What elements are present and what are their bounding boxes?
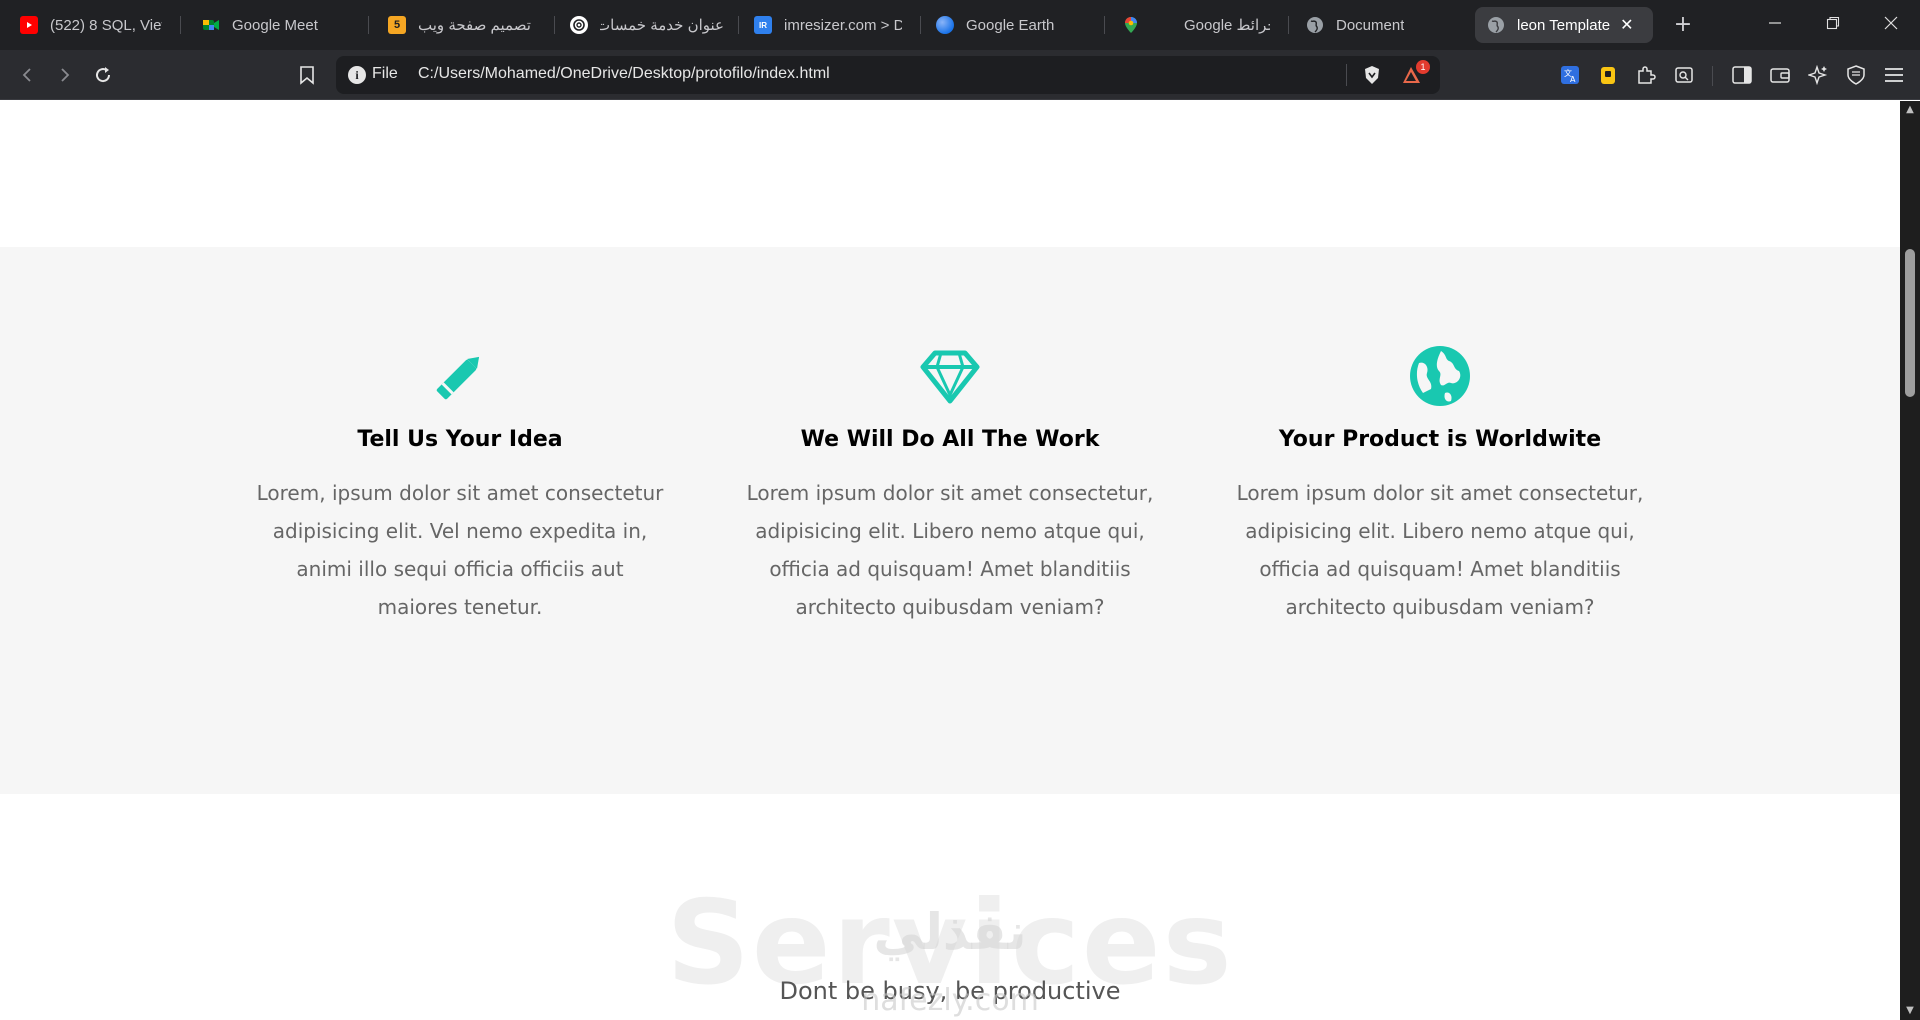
- feature-card-worldwide: Your Product is Worldwite Lorem ipsum do…: [1235, 343, 1645, 626]
- tab-title: Document: [1336, 16, 1405, 34]
- tab-separator: [1104, 16, 1105, 34]
- tab-title: Google خرائط: [1184, 17, 1270, 34]
- tab-khamsat-service[interactable]: عنوان خدمة خمسات: [558, 7, 736, 43]
- tab-youtube[interactable]: (522) 8 SQL, View,: [8, 7, 174, 43]
- tab-google-earth[interactable]: Google Earth: [924, 7, 1100, 43]
- tab-strip: (522) 8 SQL, View, Google Meet 5 تصميم ص…: [0, 0, 1920, 50]
- feature-card-idea: Tell Us Your Idea Lorem, ipsum dolor sit…: [255, 343, 665, 626]
- globe-icon: [1306, 16, 1324, 34]
- tab-title: Google Meet: [232, 16, 318, 34]
- feature-text: Lorem, ipsum dolor sit amet consectetur …: [256, 481, 664, 619]
- chatgpt-icon: [570, 16, 588, 34]
- wallet-icon[interactable]: [1768, 63, 1792, 87]
- page-scrollbar[interactable]: ▲ ▼: [1900, 101, 1920, 1020]
- tab-title: Google Earth: [966, 16, 1055, 34]
- toolbar-separator: [1712, 66, 1713, 86]
- tab-separator: [554, 16, 555, 34]
- scroll-up-icon[interactable]: ▲: [1900, 101, 1920, 119]
- google-earth-icon: [936, 16, 954, 34]
- back-button[interactable]: [12, 60, 42, 90]
- tab-imresizer[interactable]: IR imresizer.com > D: [742, 7, 914, 43]
- forward-button[interactable]: [50, 60, 80, 90]
- browser-toolbar: i File C:/Users/Mohamed/OneDrive/Desktop…: [0, 50, 1920, 100]
- tab-khamsat[interactable]: 5 تصميم صفحة ويب: [376, 7, 546, 43]
- leo-ai-icon[interactable]: [1806, 63, 1830, 87]
- feature-card-work: We Will Do All The Work Lorem ipsum dolo…: [745, 343, 1155, 626]
- tab-separator: [368, 16, 369, 34]
- google-meet-icon: [202, 16, 220, 34]
- globe-icon: [1487, 16, 1505, 34]
- tab-document[interactable]: Document: [1294, 7, 1468, 43]
- imresizer-icon: IR: [754, 16, 772, 34]
- url-text[interactable]: C:/Users/Mohamed/OneDrive/Desktop/protof…: [418, 65, 830, 83]
- extensions-puzzle-icon[interactable]: [1634, 63, 1658, 87]
- tab-title: leon Template: [1517, 16, 1611, 34]
- vpn-shield-icon[interactable]: [1844, 63, 1868, 87]
- tab-separator: [738, 16, 739, 34]
- close-window-button[interactable]: [1876, 10, 1906, 40]
- translate-icon[interactable]: 文A: [1558, 63, 1582, 87]
- globe-icon: [1410, 346, 1470, 406]
- google-maps-icon: [1122, 16, 1140, 34]
- url-divider: [1346, 64, 1347, 86]
- minimize-button[interactable]: [1760, 10, 1790, 40]
- brave-shields-icon[interactable]: [1362, 65, 1382, 89]
- reload-button[interactable]: [88, 60, 118, 90]
- info-icon[interactable]: i: [348, 66, 366, 84]
- tab-title: تصميم صفحة ويب: [418, 17, 531, 34]
- scroll-down-icon[interactable]: ▼: [1900, 1002, 1920, 1020]
- tab-title: عنوان خدمة خمسات: [600, 17, 724, 34]
- url-scheme-label: File: [372, 65, 398, 82]
- tab-leon-template[interactable]: leon Template ✕: [1475, 7, 1653, 43]
- watermark-latin: nafezly.com: [861, 983, 1039, 1018]
- tab-google-maps[interactable]: Google خرائط: [1110, 7, 1282, 43]
- restore-button[interactable]: [1818, 10, 1848, 40]
- feature-title: Your Product is Worldwite: [1278, 427, 1602, 452]
- watermark-arabic: نفذلي: [873, 903, 1027, 961]
- notification-badge: 1: [1416, 60, 1430, 74]
- tab-title: imresizer.com > D: [784, 16, 902, 34]
- new-tab-button[interactable]: +: [1668, 10, 1698, 40]
- scroll-thumb[interactable]: [1905, 249, 1915, 397]
- diamond-icon: [920, 350, 980, 404]
- khamsat-icon: 5: [388, 16, 406, 34]
- svg-text:A: A: [1570, 75, 1576, 84]
- feature-title: Tell Us Your Idea: [357, 427, 563, 452]
- tab-separator: [180, 16, 181, 34]
- bookmark-button[interactable]: [292, 60, 322, 90]
- features-section: Tell Us Your Idea Lorem, ipsum dolor sit…: [0, 247, 1900, 794]
- feature-title: We Will Do All The Work: [800, 427, 1100, 452]
- screenshot-search-icon[interactable]: [1672, 63, 1696, 87]
- address-bar[interactable]: i File C:/Users/Mohamed/OneDrive/Desktop…: [336, 56, 1440, 94]
- web-page: Tell Us Your Idea Lorem, ipsum dolor sit…: [0, 101, 1900, 1020]
- close-tab-icon[interactable]: ✕: [1620, 15, 1633, 35]
- feature-text: Lorem ipsum dolor sit amet consectetur, …: [746, 481, 1154, 619]
- pen-icon: [436, 356, 480, 400]
- feature-text: Lorem ipsum dolor sit amet consectetur, …: [1236, 481, 1644, 619]
- menu-icon[interactable]: [1882, 63, 1906, 87]
- tab-separator: [920, 16, 921, 34]
- sidebar-toggle-icon[interactable]: [1730, 63, 1754, 87]
- youtube-icon: [20, 16, 38, 34]
- tab-separator: [1288, 16, 1289, 34]
- tab-google-meet[interactable]: Google Meet: [190, 7, 360, 43]
- extension-yellow-icon[interactable]: [1596, 63, 1620, 87]
- tab-title: (522) 8 SQL, View,: [50, 16, 162, 34]
